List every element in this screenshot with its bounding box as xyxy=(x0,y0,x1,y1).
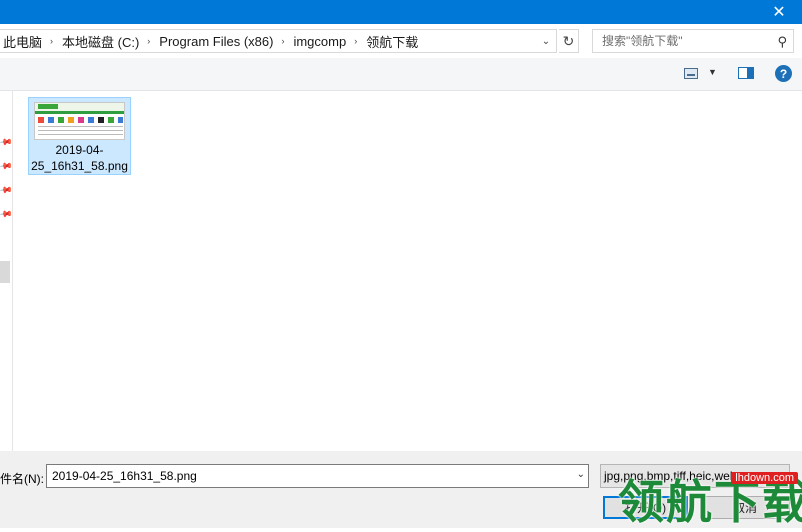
chevron-down-icon[interactable]: ⌄ xyxy=(577,469,585,480)
preview-pane-icon[interactable] xyxy=(738,67,754,79)
cancel-button[interactable]: 取消 xyxy=(700,496,790,519)
title-bar: ✕ xyxy=(0,0,802,24)
refresh-button[interactable]: ↻ xyxy=(559,29,579,53)
view-options-dropdown-icon[interactable]: ▼ xyxy=(708,67,717,77)
pin-icon: 📌 xyxy=(0,206,14,222)
dialog-footer: 件名(N): ⌄ jpg,png,bmp,tiff,heic,webp 打开(O… xyxy=(0,451,802,528)
cancel-button-label: 取消 xyxy=(732,501,757,515)
file-type-filter[interactable]: jpg,png,bmp,tiff,heic,webp xyxy=(600,464,790,488)
file-type-filter-text: jpg,png,bmp,tiff,heic,webp xyxy=(604,469,744,483)
breadcrumb-this-pc[interactable]: 此电脑 xyxy=(0,32,45,51)
search-icon[interactable]: ⚲ xyxy=(777,34,787,50)
refresh-icon: ↻ xyxy=(562,32,575,49)
breadcrumb-program-files[interactable]: Program Files (x86) xyxy=(155,34,276,49)
filename-input[interactable] xyxy=(50,468,569,484)
pin-icon: 📌 xyxy=(0,158,14,174)
help-icon[interactable]: ? xyxy=(775,65,792,82)
filename-combobox[interactable]: ⌄ xyxy=(46,464,589,488)
chevron-down-icon[interactable]: ⌄ xyxy=(538,30,554,52)
filename-label: 件名(N): xyxy=(0,472,44,486)
change-view-icon[interactable] xyxy=(684,68,698,79)
chevron-right-icon[interactable]: › xyxy=(45,36,58,46)
address-row: 此电脑 › 本地磁盘 (C:) › Program Files (x86) › … xyxy=(0,24,802,58)
file-thumbnail xyxy=(34,102,125,140)
chevron-right-icon[interactable]: › xyxy=(349,36,362,46)
open-button[interactable]: 打开(O) xyxy=(603,496,688,519)
breadcrumb-imgcomp[interactable]: imgcomp xyxy=(289,34,349,49)
pin-icon: 📌 xyxy=(0,182,14,198)
file-name: 2019-04-25_16h31_58.png xyxy=(31,143,128,173)
command-bar: ▼ ? xyxy=(0,58,802,91)
search-input[interactable] xyxy=(600,33,774,49)
close-button[interactable]: ✕ xyxy=(756,0,802,24)
close-icon: ✕ xyxy=(772,4,786,21)
navigation-pane[interactable]: 📌 📌 📌 📌 xyxy=(0,91,13,451)
breadcrumb-current-folder[interactable]: 领航下载 xyxy=(362,32,421,51)
open-button-label: 打开(O) xyxy=(624,501,667,515)
chevron-right-icon[interactable]: › xyxy=(142,36,155,46)
file-item[interactable]: 2019-04-25_16h31_58.png xyxy=(28,97,131,175)
search-box[interactable]: ⚲ xyxy=(592,29,794,53)
address-bar[interactable]: 此电脑 › 本地磁盘 (C:) › Program Files (x86) › … xyxy=(0,29,557,53)
pin-icon: 📌 xyxy=(0,134,14,150)
file-list[interactable]: 2019-04-25_16h31_58.png xyxy=(13,91,802,451)
navigation-selected-item[interactable] xyxy=(0,261,10,283)
breadcrumb-local-disk[interactable]: 本地磁盘 (C:) xyxy=(58,32,142,51)
chevron-right-icon[interactable]: › xyxy=(276,36,289,46)
